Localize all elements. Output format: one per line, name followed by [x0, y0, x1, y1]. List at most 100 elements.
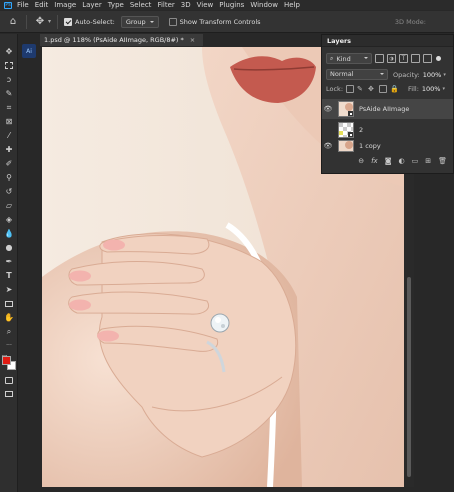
ai-plugin-icon[interactable]: Ai: [22, 44, 36, 58]
menu-bar: Ps File Edit Image Layer Type Select Fil…: [0, 0, 454, 10]
layer-row[interactable]: 2: [322, 120, 453, 140]
pen-tool-icon[interactable]: ✒: [3, 256, 15, 267]
lock-all-icon[interactable]: 🔒: [390, 85, 399, 93]
visibility-eye-icon[interactable]: 👁: [322, 142, 334, 150]
menu-select[interactable]: Select: [127, 1, 155, 9]
divider: [57, 14, 59, 29]
lock-artboard-icon[interactable]: [379, 85, 388, 93]
photoshop-logo-icon[interactable]: Ps: [2, 0, 14, 10]
fill-value[interactable]: 100%: [422, 85, 441, 93]
menu-type[interactable]: Type: [105, 1, 127, 9]
photoshop-window: Ps File Edit Image Layer Type Select Fil…: [0, 0, 454, 492]
checkbox-checked-icon[interactable]: [64, 17, 73, 26]
blur-tool-icon[interactable]: 💧: [3, 228, 15, 239]
layers-footer: ⊖ fx ◙ ◐ ▭ ⊞ 🗑: [322, 153, 453, 169]
divider: [26, 14, 27, 29]
menu-edit[interactable]: Edit: [32, 1, 52, 9]
group-icon[interactable]: ▭: [412, 157, 419, 165]
opacity-label: Opacity:: [393, 70, 420, 79]
quick-mask-icon[interactable]: [3, 375, 15, 386]
menu-view[interactable]: View: [194, 1, 217, 9]
layer-thumbnail: [338, 122, 354, 138]
options-bar: ⌂ ✥ ▾ Auto-Select: Group Show Transform …: [0, 11, 454, 33]
home-icon[interactable]: ⌂: [6, 15, 20, 29]
chevron-down-icon[interactable]: ▾: [48, 18, 51, 25]
lock-paint-icon[interactable]: ✎: [357, 85, 365, 93]
dodge-tool-icon[interactable]: ●: [3, 242, 15, 253]
screen-mode-icon[interactable]: [3, 388, 15, 399]
auto-select-dropdown[interactable]: Group: [120, 15, 159, 28]
layer-thumbnail: [338, 101, 354, 117]
filter-kind-label: Kind: [336, 54, 351, 63]
crop-tool-icon[interactable]: ⌗: [3, 102, 15, 113]
layers-panel-title[interactable]: Layers: [322, 35, 453, 47]
visibility-eye-icon[interactable]: 👁: [322, 105, 334, 113]
smart-object-filter-icon[interactable]: [423, 54, 432, 63]
layer-row[interactable]: 👁 PsAide AIImage: [322, 99, 453, 119]
menu-layer[interactable]: Layer: [79, 1, 105, 9]
brush-tool-icon[interactable]: ✐: [3, 158, 15, 169]
menu-file[interactable]: File: [14, 1, 32, 9]
more-tools-icon[interactable]: ···: [3, 340, 15, 351]
move-tool-icon[interactable]: ✥: [3, 46, 15, 57]
checkbox-unchecked-icon[interactable]: [168, 17, 177, 26]
clone-stamp-tool-icon[interactable]: ⚲: [3, 172, 15, 183]
layer-name[interactable]: PsAide AIImage: [359, 105, 409, 113]
close-icon[interactable]: ×: [190, 36, 195, 44]
type-filter-icon[interactable]: T: [399, 54, 408, 63]
rectangle-tool-icon[interactable]: [3, 298, 15, 309]
move-tool-icon[interactable]: ✥: [33, 15, 47, 29]
menu-filter[interactable]: Filter: [154, 1, 177, 9]
lock-transparent-icon[interactable]: [346, 85, 355, 93]
fx-icon[interactable]: fx: [371, 157, 378, 165]
tools-panel: ✥ ↄ ✎ ⌗ ⊠ ⁄ ✚ ✐ ⚲ ↺ ▱ ◈ 💧 ● ✒ T ➤ ✋ ⌕ ··…: [0, 34, 18, 492]
menu-image[interactable]: Image: [51, 1, 79, 9]
adjustment-filter-icon[interactable]: ◑: [387, 54, 396, 63]
lasso-tool-icon[interactable]: ↄ: [3, 74, 15, 85]
new-layer-icon[interactable]: ⊞: [425, 157, 431, 165]
lock-label: Lock:: [326, 85, 344, 93]
lock-position-icon[interactable]: ✥: [368, 85, 376, 93]
link-icon[interactable]: ⊖: [358, 157, 364, 165]
menu-help[interactable]: Help: [281, 1, 303, 9]
layer-name[interactable]: 2: [359, 126, 363, 134]
menu-window[interactable]: Window: [247, 1, 281, 9]
filter-toggle-icon[interactable]: [436, 56, 441, 61]
chevron-down-icon[interactable]: ▾: [442, 86, 445, 92]
layer-row[interactable]: 👁 1 copy: [322, 139, 453, 153]
document-tab[interactable]: 1.psd @ 118% (PsAide AIImage, RGB/8#) * ×: [40, 34, 204, 46]
paint-bucket-tool-icon[interactable]: ◈: [3, 214, 15, 225]
marquee-tool-icon[interactable]: [3, 60, 15, 71]
filter-kind-dropdown[interactable]: ⌕ Kind: [326, 53, 372, 64]
eraser-tool-icon[interactable]: ▱: [3, 200, 15, 211]
mask-icon[interactable]: ◙: [385, 157, 392, 165]
healing-brush-tool-icon[interactable]: ✚: [3, 144, 15, 155]
search-icon: ⌕: [330, 54, 334, 62]
path-selection-tool-icon[interactable]: ➤: [3, 284, 15, 295]
eyedropper-tool-icon[interactable]: ⁄: [3, 130, 15, 141]
trash-icon[interactable]: 🗑: [438, 157, 447, 165]
zoom-tool-icon[interactable]: ⌕: [3, 326, 15, 337]
type-tool-icon[interactable]: T: [3, 270, 15, 281]
blend-mode-dropdown[interactable]: Normal: [326, 69, 388, 80]
fill-label: Fill:: [408, 85, 419, 93]
pixel-filter-icon[interactable]: [375, 54, 384, 63]
opacity-value[interactable]: 100%: [423, 71, 442, 79]
auto-select-checkbox[interactable]: Auto-Select:: [64, 17, 115, 26]
quick-select-tool-icon[interactable]: ✎: [3, 88, 15, 99]
adjustment-icon[interactable]: ◐: [399, 157, 405, 165]
transform-controls-label: Show Transform Controls: [179, 17, 261, 26]
layers-filter-row: ⌕ Kind ◑ T: [322, 53, 454, 64]
chevron-down-icon[interactable]: ▾: [443, 72, 446, 78]
scrollbar-thumb[interactable]: [407, 277, 411, 477]
hand-tool-icon[interactable]: ✋: [3, 312, 15, 323]
layer-thumbnail: [338, 140, 354, 152]
menu-3d[interactable]: 3D: [178, 1, 194, 9]
frame-tool-icon[interactable]: ⊠: [3, 116, 15, 127]
shape-filter-icon[interactable]: [411, 54, 420, 63]
history-brush-tool-icon[interactable]: ↺: [3, 186, 15, 197]
foreground-color-swatch[interactable]: [2, 356, 11, 365]
transform-controls-checkbox[interactable]: Show Transform Controls: [168, 17, 261, 26]
menu-plugins[interactable]: Plugins: [216, 1, 247, 9]
layer-name[interactable]: 1 copy: [359, 142, 381, 150]
